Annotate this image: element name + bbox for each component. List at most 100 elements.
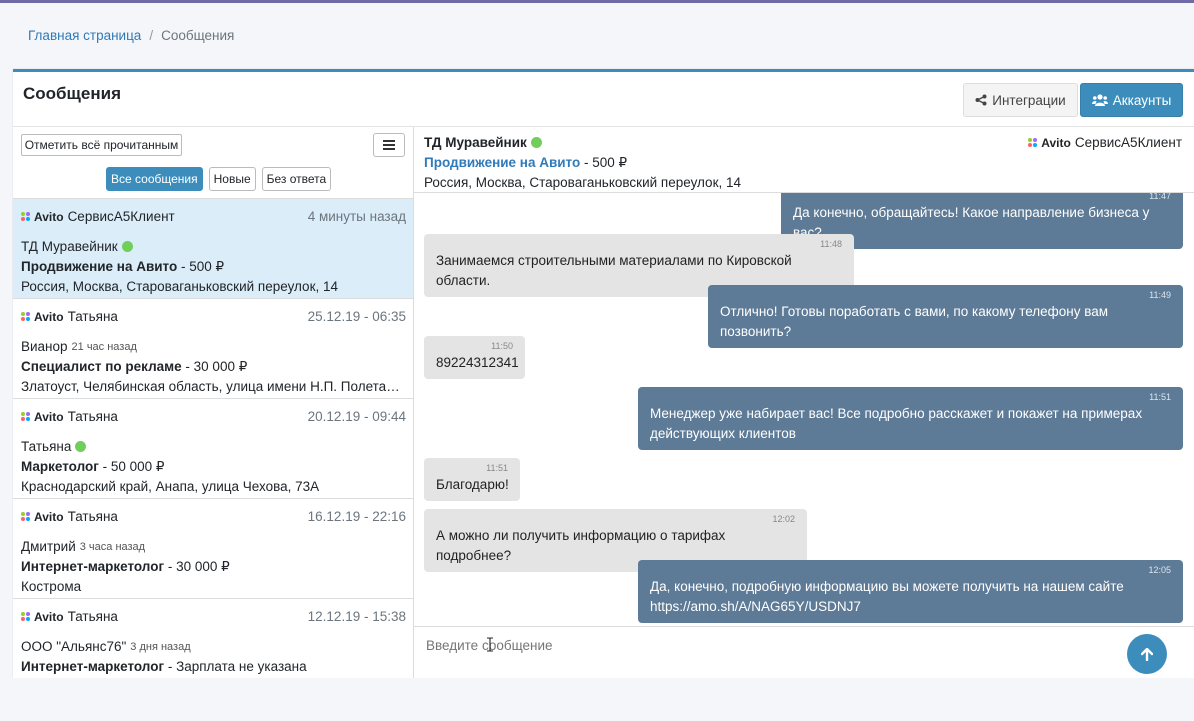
chat-address: Россия, Москва, Староваганьковский переу… [424,175,741,190]
chat-header: ТД Муравейник Продвижение на Авито - 500… [414,127,1194,193]
conversation-contact: ООО "Альянс76" [21,639,127,654]
avito-logo-icon [21,411,31,422]
conversation-last-seen: 3 дня назад [130,640,191,653]
message-input[interactable] [415,628,1115,662]
conversation-address: Кострома [21,579,82,594]
conversation-contact: Вианор [21,339,68,354]
conversation-ad-title: Продвижение на Авито [21,259,178,274]
breadcrumb: Главная страница / Сообщения [28,28,234,43]
integrations-button-label: Интеграции [992,92,1066,108]
chat-contact-name: ТД Муравейник [424,135,527,150]
conversation-ad: Интернет-маркетолог - Зарплата не указан… [21,659,307,674]
message-time: 11:48 [820,239,842,249]
conversation-brand: Avito [34,609,64,624]
chat-panel: ТД Муравейник Продвижение на Авито - 500… [414,127,1194,681]
conversation-ad-price: - Зарплата не указана [164,659,307,674]
conversation-brand: Avito [34,209,64,224]
conversation-account: Татьяна [67,309,118,324]
accounts-button-label: Аккаунты [1112,92,1172,108]
breadcrumb-current: Сообщения [161,28,235,43]
breadcrumb-separator: / [149,28,154,43]
conversation-account: Татьяна [67,609,118,624]
avito-logo-icon [21,611,31,622]
conversation-time: 20.12.19 - 09:44 [307,409,406,424]
conversation-ad-title: Интернет-маркетолог [21,559,165,574]
message-text: 89224312341 [436,355,519,370]
message-time: 11:49 [1149,290,1171,300]
conversation-account: Татьяна [67,509,118,524]
message-time: 11:50 [491,341,513,351]
message-text: Отлично! Готовы поработать с вами, по ка… [720,304,1109,339]
avito-logo-icon [21,311,31,322]
outgoing-message: 12:05 Да, конечно, подробную информацию в… [638,560,1183,623]
message-thread[interactable]: 11:47 Да конечно, обращайтесь! Какое напр… [414,193,1194,626]
message-time: 12:05 [1148,565,1171,575]
conversation-contact: ТД Муравейник [21,239,118,254]
arrow-up-icon [1141,647,1153,661]
avito-logo-icon [21,211,31,222]
conversation-ad-title: Специалист по рекламе [21,359,182,374]
send-button[interactable] [1127,634,1167,674]
page-footer-strip [0,678,1194,721]
breadcrumb-home-link[interactable]: Главная страница [28,28,141,43]
conversation-time: 16.12.19 - 22:16 [307,509,406,524]
conversation-item[interactable]: Avito Татьяна 12.12.19 - 15:38 ООО "Альянс7… [13,599,413,681]
conversation-item[interactable]: Avito Татьяна 16.12.19 - 22:16 Дмитрий 3 час… [13,499,413,599]
share-icon [975,94,987,106]
conversation-header: Avito Татьяна 16.12.19 - 22:16 [21,509,406,524]
outgoing-message: 11:49 Отлично! Готовы поработать с вами, … [708,285,1183,348]
message-text: Да, конечно, подробную информацию вы мож… [650,579,1124,614]
message-text: Занимаемся строительными материалами по … [436,253,792,288]
message-time: 12:02 [772,514,795,524]
online-status-icon [530,137,542,148]
conversation-account: Татьяна [67,409,118,424]
text-cursor-icon [487,637,493,652]
conversation-ad: Продвижение на Авито - 500 ₽ [21,259,224,275]
filter-new[interactable]: Новые [208,167,256,191]
message-time: 11:47 [1149,193,1171,201]
top-accent-line [0,0,1194,3]
conversation-ad-title: Интернет-маркетолог [21,659,165,674]
conversation-ad-price: - 500 ₽ [177,259,225,274]
conversation-contact: Татьяна [21,439,72,454]
filter-all-messages[interactable]: Все сообщения [106,167,203,191]
online-status-icon [75,441,87,452]
conversation-ad-price: - 30 000 ₽ [164,559,230,574]
avito-logo-icon [21,511,31,522]
conversation-sidebar: Отметить всё прочитанным Все сообщения Н… [13,127,414,681]
chat-brand: Avito [1041,135,1071,150]
message-text: Благодарю! [436,477,509,492]
chat-ad-title-link[interactable]: Продвижение на Авито [424,155,580,170]
conversation-ad-price: - 30 000 ₽ [181,359,248,374]
avito-logo-icon [1028,137,1038,148]
chat-account-name: СервисА5Клиент [1074,135,1182,150]
accounts-button[interactable]: Аккаунты [1080,83,1183,117]
conversation-brand: Avito [34,309,64,324]
conversation-ad: Интернет-маркетолог - 30 000 ₽ [21,559,230,575]
conversation-item[interactable]: Avito Татьяна 25.12.19 - 06:35 Вианор 21 час… [13,299,413,399]
conversation-item[interactable]: Avito СервисА5Клиент 4 минуты назад ТД Мура… [13,199,413,299]
conversation-time: 4 минуты назад [307,209,406,224]
conversation-ad: Маркетолог - 50 000 ₽ [21,459,165,475]
filter-unanswered[interactable]: Без ответа [261,167,332,191]
message-time: 11:51 [486,463,508,473]
conversation-contact-row: ТД Муравейник [21,239,133,254]
conversation-address: Златоуст, Челябинская область, улица име… [21,379,404,394]
list-menu-button[interactable] [373,133,405,157]
messages-card: Сообщения Интеграции Аккаунты Отметить в… [13,69,1194,681]
chat-contact-row: ТД Муравейник [424,135,542,150]
conversation-last-seen: 3 часа назад [79,540,146,553]
conversation-brand: Avito [34,409,64,424]
conversation-item[interactable]: Avito Татьяна 20.12.19 - 09:44 Татьяна Марке… [13,399,413,499]
conversation-contact-row: ООО "Альянс76" 3 дня назад [21,639,191,654]
mark-all-read-button[interactable]: Отметить всё прочитанным [21,134,182,156]
conversation-header: Avito Татьяна 20.12.19 - 09:44 [21,409,406,424]
conversation-ad: Специалист по рекламе - 30 000 ₽ [21,359,247,375]
chat-ad-price: - 500 ₽ [580,155,628,170]
integrations-button[interactable]: Интеграции [963,83,1078,117]
message-text: А можно ли получить информацию о тарифах… [436,528,726,563]
conversation-ad-title: Маркетолог [21,459,99,474]
chat-account: Avito СервисА5Клиент [1028,135,1182,150]
incoming-message: 11:50 89224312341 [424,336,525,379]
conversation-time: 12.12.19 - 15:38 [307,609,406,624]
